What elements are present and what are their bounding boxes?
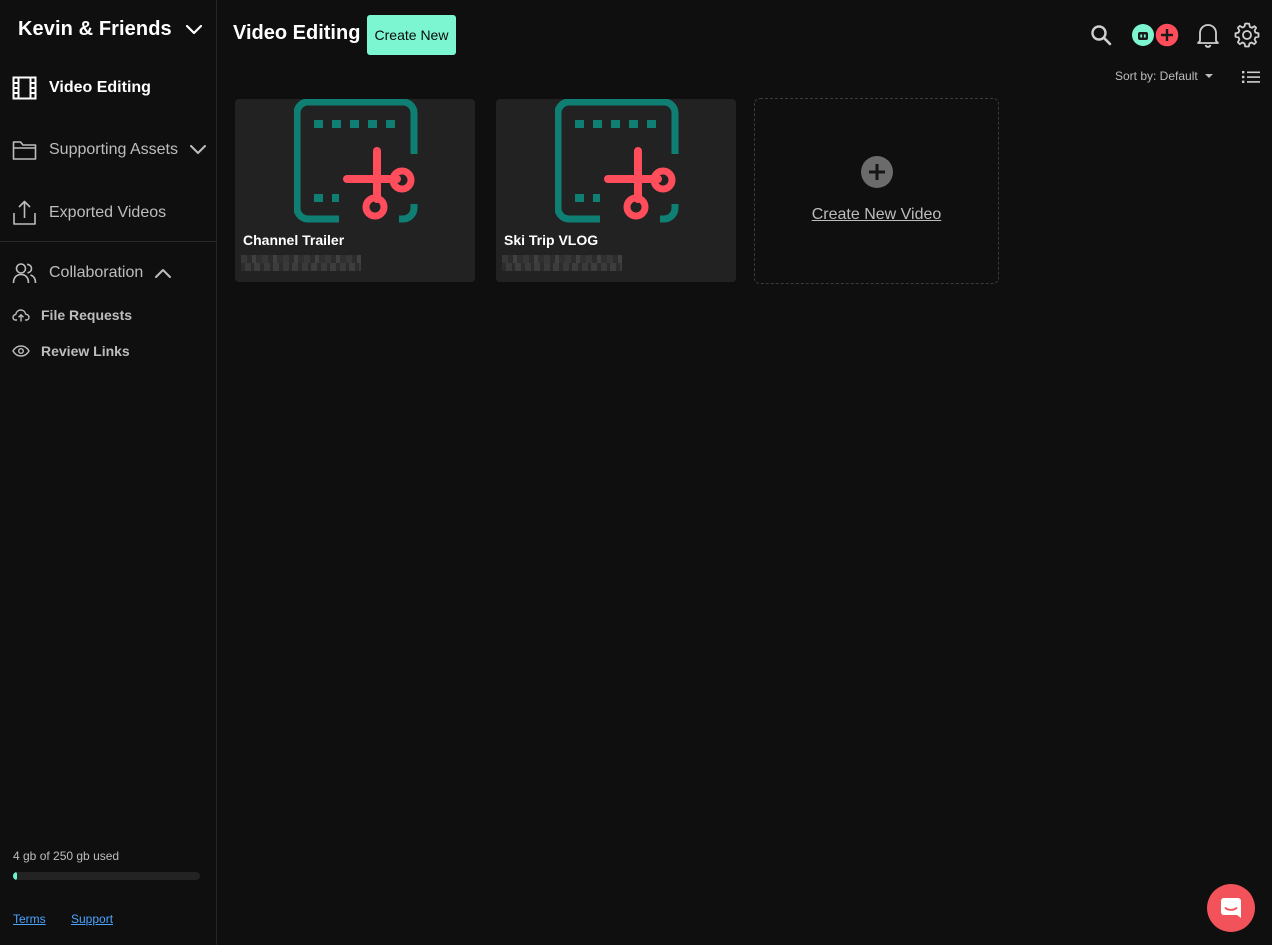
chat-icon: [1221, 898, 1241, 918]
cloud-upload-icon: [12, 309, 30, 322]
video-card[interactable]: Channel Trailer: [235, 99, 475, 282]
video-edit-thumbnail-icon: [555, 99, 681, 224]
chat-button[interactable]: [1207, 884, 1255, 932]
sidebar-divider: [0, 241, 216, 242]
folder-icon: [12, 141, 37, 160]
sort-label: Sort by: Default: [1115, 69, 1198, 83]
caret-down-icon: [1204, 74, 1213, 78]
create-new-button[interactable]: Create New: [367, 15, 456, 55]
storage-usage-text: 4 gb of 250 gb used: [13, 849, 120, 863]
sidebar-item-video-editing[interactable]: Video Editing: [12, 76, 151, 100]
video-edit-thumbnail-icon: [294, 99, 420, 224]
sidebar-item-label: Exported Videos: [49, 204, 167, 221]
sidebar-item-label: Video Editing: [49, 79, 151, 96]
terms-link[interactable]: Terms: [13, 912, 46, 926]
gear-icon[interactable]: [1234, 22, 1260, 48]
sidebar-item-label: Collaboration: [49, 264, 144, 281]
users-icon: [12, 263, 37, 284]
upload-icon: [13, 200, 36, 225]
storage-progress-bar: [13, 872, 200, 880]
page-title: Video Editing: [233, 22, 361, 44]
video-card-title: Ski Trip VLOG: [504, 232, 599, 248]
video-card-meta-redacted: [502, 255, 622, 271]
sidebar: Kevin & Friends Video Editing Supporting…: [0, 0, 217, 945]
create-new-video-card[interactable]: Create New Video: [754, 98, 999, 284]
search-icon[interactable]: [1090, 24, 1112, 46]
sidebar-subitem-file-requests[interactable]: File Requests: [12, 307, 132, 323]
sort-dropdown[interactable]: Sort by: Default: [1115, 69, 1214, 83]
sidebar-subitem-review-links[interactable]: Review Links: [12, 343, 130, 359]
chevron-down-icon: [185, 24, 202, 34]
plus-circle-icon: [861, 156, 893, 188]
video-card-meta-redacted: [241, 255, 361, 271]
sidebar-item-label: Supporting Assets: [49, 141, 178, 158]
sidebar-subitem-label: File Requests: [41, 307, 133, 323]
video-card-title: Channel Trailer: [243, 232, 345, 248]
ai-assistant-add-icon[interactable]: [1130, 22, 1182, 48]
bell-icon[interactable]: [1196, 22, 1220, 48]
create-new-video-label: Create New Video: [811, 206, 942, 223]
sidebar-item-collaboration[interactable]: Collaboration: [12, 262, 172, 284]
chevron-down-icon: [189, 145, 206, 154]
eye-icon: [12, 345, 30, 357]
support-link[interactable]: Support: [71, 912, 113, 926]
video-card[interactable]: Ski Trip VLOG: [496, 99, 736, 282]
film-icon: [12, 76, 37, 100]
workspace-name: Kevin & Friends: [18, 18, 172, 40]
sidebar-item-supporting-assets[interactable]: Supporting Assets: [12, 139, 206, 161]
sidebar-subitem-label: Review Links: [41, 343, 130, 359]
storage-progress-fill: [13, 872, 17, 880]
chevron-up-icon: [155, 269, 172, 278]
sidebar-item-exported-videos[interactable]: Exported Videos: [12, 200, 166, 226]
workspace-switcher[interactable]: Kevin & Friends: [18, 18, 202, 41]
list-icon[interactable]: [1242, 70, 1260, 84]
